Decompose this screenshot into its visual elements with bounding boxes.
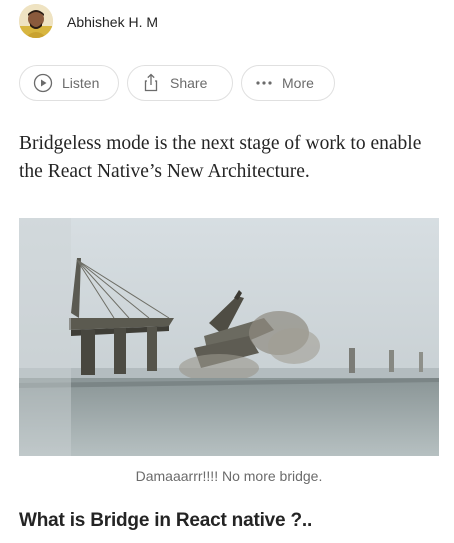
- share-button[interactable]: Share: [127, 65, 233, 101]
- author-row: Abhishek H. M: [19, 4, 158, 38]
- listen-label: Listen: [62, 75, 100, 91]
- play-circle-icon: [33, 73, 53, 93]
- share-label: Share: [170, 75, 208, 91]
- article-intro-paragraph: Bridgeless mode is the next stage of wor…: [19, 133, 422, 182]
- author-name[interactable]: Abhishek H. M: [67, 14, 158, 30]
- share-icon: [141, 73, 161, 93]
- section-heading: What is Bridge in React native ?..: [19, 510, 313, 531]
- article-image[interactable]: [19, 218, 439, 456]
- more-label: More: [282, 75, 314, 91]
- image-caption: Damaaarrr!!!! No more bridge.: [135, 468, 323, 484]
- article-actions: Listen Share More: [19, 65, 335, 101]
- avatar[interactable]: [19, 4, 53, 38]
- more-dots-icon: [255, 73, 273, 93]
- listen-button[interactable]: Listen: [19, 65, 119, 101]
- more-button[interactable]: More: [241, 65, 335, 101]
